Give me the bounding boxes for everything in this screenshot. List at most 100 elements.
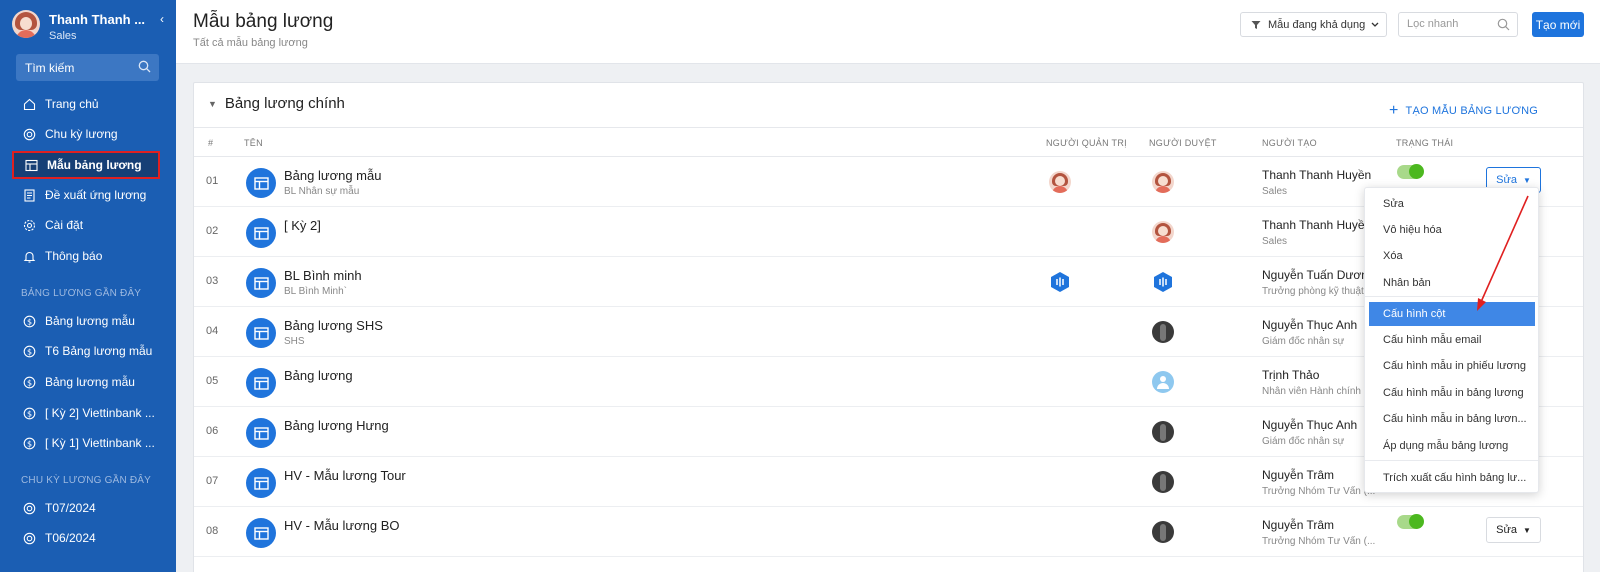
edit-button[interactable]: Sửa ▼: [1486, 517, 1541, 543]
template-icon: [246, 218, 276, 248]
admin-avatar: [1049, 271, 1071, 293]
template-desc: BL Nhân sự mẫu: [284, 186, 360, 197]
creator-name: Thanh Thanh Huyền: [1262, 168, 1372, 182]
menu-item-apply-template[interactable]: Áp dụng mẫu bảng lương: [1369, 434, 1535, 458]
sidebar-search[interactable]: Tìm kiếm: [16, 54, 159, 81]
svg-text:$: $: [26, 317, 31, 326]
template-name[interactable]: Bảng lương: [284, 368, 353, 383]
document-icon: [22, 188, 36, 202]
dollar-icon: $: [22, 436, 36, 450]
row-number: 04: [206, 325, 219, 337]
caret-down-icon: ▼: [1522, 525, 1531, 535]
quick-search-field[interactable]: [1398, 12, 1518, 37]
sidebar-item-payroll-cycle[interactable]: Chu kỳ lương: [12, 120, 160, 148]
menu-item-column-config[interactable]: Cấu hình cột: [1369, 302, 1535, 326]
template-name[interactable]: [ Kỳ 2]: [284, 218, 321, 233]
recent-payroll-item[interactable]: $ Bảng lương mẫu: [12, 307, 160, 335]
approver-avatar: [1152, 371, 1174, 393]
template-icon: [246, 468, 276, 498]
template-name[interactable]: HV - Mẫu lương BO: [284, 518, 399, 533]
sidebar-item-label: Đề xuất ứng lương: [45, 188, 147, 202]
sidebar-item-settings[interactable]: Cài đặt: [12, 211, 160, 239]
sidebar-item-payroll-template[interactable]: Mẫu bảng lương: [12, 151, 160, 179]
template-name[interactable]: Bảng lương Hưng: [284, 418, 389, 433]
template-name[interactable]: Bảng lương SHS: [284, 318, 383, 333]
template-desc: BL Bình Minh`: [284, 286, 347, 297]
page-subtitle: Tất cả mẫu bảng lương: [193, 37, 308, 49]
template-name[interactable]: HV - Mẫu lương Tour: [284, 468, 406, 483]
creator-title: Trưởng Nhóm Tư Vấn (...: [1262, 486, 1376, 497]
search-icon: [138, 60, 151, 76]
recent-cycle-item[interactable]: T07/2024: [12, 494, 160, 522]
template-name[interactable]: Bảng lương mẫu: [284, 168, 381, 183]
approver-avatar: [1152, 271, 1174, 293]
col-approver: NGƯỜI DUYỆT: [1149, 138, 1217, 148]
recent-payroll-heading: BẢNG LƯƠNG GẦN ĐÂY: [21, 288, 142, 299]
row-number: 07: [206, 475, 219, 487]
edit-label: Sửa: [1496, 174, 1517, 186]
caret-down-icon: ▼: [1522, 175, 1531, 185]
status-toggle[interactable]: [1397, 514, 1424, 529]
creator-title: Giám đốc nhân sự: [1262, 436, 1345, 447]
table-row[interactable]: 08 HV - Mẫu lương BO Nguyễn Trâm Trưởng …: [194, 507, 1583, 557]
chevron-down-icon: [1371, 20, 1379, 30]
add-template-label: TẠO MẪU BẢNG LƯƠNG: [1405, 105, 1538, 117]
col-name: TÊN: [244, 138, 263, 148]
sidebar-item-home[interactable]: Trang chủ: [12, 90, 160, 118]
creator-name: Nguyễn Trâm: [1262, 468, 1335, 482]
sidebar-item-label: Thông báo: [45, 249, 103, 263]
user-profile[interactable]: Thanh Thanh ... Sales: [12, 10, 172, 44]
row-actions-menu: Sửa Vô hiệu hóa Xóa Nhân bản Cấu hình cộ…: [1364, 187, 1539, 493]
table-icon: [24, 158, 38, 172]
sidebar-item-label: T06/2024: [45, 531, 96, 545]
approver-avatar: [1152, 471, 1174, 493]
creator-title: Trưởng Nhóm Tư Vấn (...: [1262, 536, 1376, 547]
create-new-button[interactable]: Tạo mới: [1532, 12, 1584, 37]
menu-item-payroll-print-2[interactable]: Cấu hình mẫu in bảng lươn...: [1369, 407, 1535, 431]
collapse-sidebar-icon[interactable]: ‹: [160, 12, 164, 26]
status-filter-dropdown[interactable]: Mẫu đang khả dụng: [1240, 12, 1387, 37]
menu-item-email-template[interactable]: Cấu hình mẫu email: [1369, 328, 1535, 352]
row-number: 06: [206, 425, 219, 437]
recent-cycle-item[interactable]: T06/2024: [12, 524, 160, 552]
creator-title: Sales: [1262, 236, 1288, 247]
creator-name: Trịnh Thảo: [1262, 368, 1320, 382]
sidebar-item-label: Bảng lương mẫu: [45, 314, 135, 328]
status-toggle[interactable]: [1397, 164, 1424, 179]
menu-item-duplicate[interactable]: Nhân bản: [1369, 271, 1535, 295]
dollar-icon: $: [22, 344, 36, 358]
quick-search-input[interactable]: [1407, 13, 1497, 35]
recent-payroll-item[interactable]: $ [ Kỳ 2] Viettinbank ...: [12, 399, 160, 427]
sidebar-item-salary-advance[interactable]: Đề xuất ứng lương: [12, 181, 160, 209]
menu-item-delete[interactable]: Xóa: [1369, 244, 1535, 268]
row-number: 05: [206, 375, 219, 387]
sidebar: Thanh Thanh ... Sales ‹ Tìm kiếm Trang c…: [0, 0, 176, 572]
search-icon: [1497, 18, 1510, 34]
svg-text:$: $: [26, 347, 31, 356]
recent-payroll-item[interactable]: $ [ Kỳ 1] Viettinbank ...: [12, 429, 160, 457]
template-icon: [246, 318, 276, 348]
creator-name: Nguyễn Thục Anh: [1262, 318, 1358, 332]
row-number: 08: [206, 525, 219, 537]
avatar: [12, 10, 40, 38]
dollar-icon: $: [22, 314, 36, 328]
page-header: Mẫu bảng lương Tất cả mẫu bảng lương Mẫu…: [176, 0, 1600, 64]
plus-icon: +: [1389, 102, 1399, 119]
template-name[interactable]: BL Bình minh: [284, 268, 362, 283]
sidebar-item-label: [ Kỳ 2] Viettinbank ...: [45, 406, 155, 420]
edit-label: Sửa: [1496, 524, 1517, 536]
cycle-icon: [22, 127, 36, 141]
recent-payroll-item[interactable]: $ Bảng lương mẫu: [12, 368, 160, 396]
add-template-button[interactable]: + TẠO MẪU BẢNG LƯƠNG: [1389, 102, 1538, 120]
menu-item-edit[interactable]: Sửa: [1369, 192, 1535, 216]
sidebar-item-label: T6 Bảng lương mẫu: [45, 344, 153, 358]
menu-item-export-config[interactable]: Trích xuất cấu hình bảng lư...: [1369, 466, 1535, 490]
recent-payroll-item[interactable]: $ T6 Bảng lương mẫu: [12, 337, 160, 365]
menu-item-payroll-print[interactable]: Cấu hình mẫu in bảng lương: [1369, 381, 1535, 405]
menu-item-disable[interactable]: Vô hiệu hóa: [1369, 218, 1535, 242]
menu-item-payslip-print[interactable]: Cấu hình mẫu in phiếu lương: [1369, 354, 1535, 378]
caret-down-icon: ▼: [208, 98, 217, 109]
creator-title: Nhân viên Hành chính n: [1262, 386, 1370, 397]
sidebar-item-notifications[interactable]: Thông báo: [12, 242, 160, 270]
section-header[interactable]: ▼ Bảng lương chính: [208, 95, 345, 112]
